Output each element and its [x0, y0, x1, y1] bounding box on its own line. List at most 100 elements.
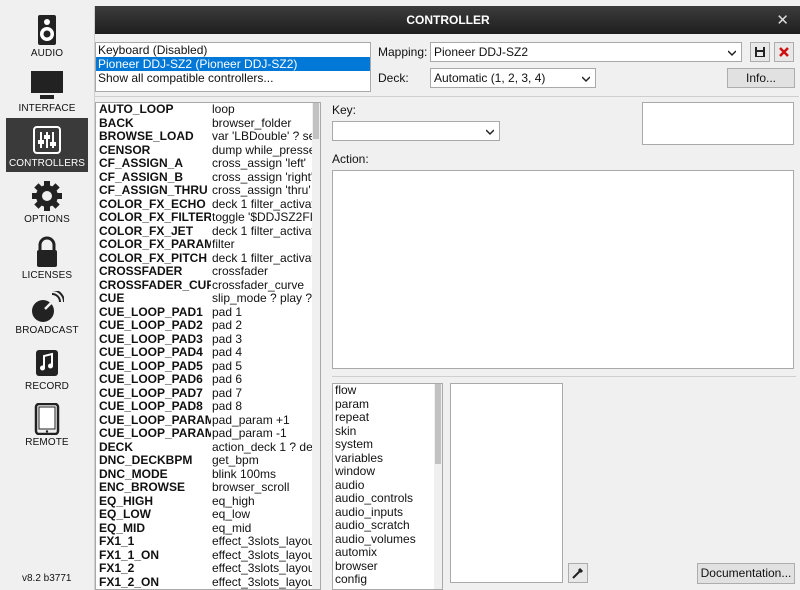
action-value: deck 1 filter_activate	[212, 224, 316, 238]
action-textarea[interactable]	[332, 170, 794, 369]
action-row[interactable]: COLOR_FX_FILTER toggle '$DDJSZ2FILT	[96, 211, 320, 225]
action-row[interactable]: AUTO_LOOP loop	[96, 103, 320, 117]
action-value: browser_scroll	[212, 481, 290, 494]
sidebar-item-options[interactable]: OPTIONS	[6, 174, 88, 228]
chevron-down-icon	[728, 50, 736, 57]
sidebar: AUDIO INTERFACE CONTROLLERS OPTIONS LICE…	[0, 0, 90, 590]
action-row[interactable]: FX1_2_ON effect_3slots_layout	[96, 576, 320, 590]
save-mapping-button[interactable]	[750, 42, 770, 62]
action-row[interactable]: CUE_LOOP_PARAM-pad_param -1	[96, 427, 320, 441]
action-row[interactable]: COLOR_FX_JET deck 1 filter_activate	[96, 225, 320, 239]
sidebar-item-record[interactable]: RECORD	[6, 341, 88, 395]
close-icon[interactable]: ✕	[776, 11, 789, 29]
action-row[interactable]: EQ_LOW eq_low	[96, 508, 320, 522]
sidebar-item-licenses[interactable]: LICENSES	[6, 230, 88, 284]
action-row[interactable]: COLOR_FX_ECHO deck 1 filter_activate	[96, 198, 320, 212]
category-item[interactable]: flow	[333, 384, 442, 398]
category-item[interactable]: skin	[333, 425, 442, 439]
action-row[interactable]: CUE_LOOP_PAD4 pad 4	[96, 346, 320, 360]
controllers-listbox[interactable]: Keyboard (Disabled) Pioneer DDJ-SZ2 (Pio…	[95, 42, 371, 92]
category-item[interactable]: audio_inputs	[333, 506, 442, 520]
action-key: DNC_DECKBPM	[99, 454, 193, 467]
delete-mapping-button[interactable]	[774, 42, 794, 62]
action-value: slip_mode ? play ? sl	[212, 292, 316, 305]
category-item[interactable]: browser	[333, 560, 442, 574]
action-key: CF_ASSIGN_A	[99, 157, 184, 170]
category-item[interactable]: audio_volumes	[333, 533, 442, 547]
delete-icon	[779, 47, 789, 57]
category-item[interactable]: automix	[333, 546, 442, 560]
action-row[interactable]: DECK action_deck 1 ? deck	[96, 441, 320, 455]
action-row[interactable]: COLOR_FX_PARAM filter	[96, 238, 320, 252]
category-item[interactable]: variables	[333, 452, 442, 466]
action-row[interactable]: CROSSFADER_CURV crossfader_curve	[96, 279, 320, 293]
controller-item-keyboard[interactable]: Keyboard (Disabled)	[96, 43, 370, 57]
action-row[interactable]: CF_ASSIGN_THRU cross_assign 'thru'	[96, 184, 320, 198]
controller-item-ddj-sz2[interactable]: Pioneer DDJ-SZ2 (Pioneer DDJ-SZ2)	[96, 57, 370, 71]
action-row[interactable]: CUE_LOOP_PAD2 pad 2	[96, 319, 320, 333]
action-row[interactable]: CUE_LOOP_PAD3 pad 3	[96, 333, 320, 347]
category-item[interactable]: config	[333, 573, 442, 587]
action-key: CENSOR	[99, 143, 151, 157]
controller-item-show-all[interactable]: Show all compatible controllers...	[96, 71, 370, 85]
action-row[interactable]: CUE_LOOP_PAD6 pad 6	[96, 373, 320, 387]
action-row[interactable]: DNC_MODE blink 100ms	[96, 468, 320, 482]
action-row[interactable]: DNC_DECKBPM get_bpm	[96, 454, 320, 468]
category-item[interactable]: repeat	[333, 411, 442, 425]
action-row[interactable]: CUE_LOOP_PARAM+ pad_param +1	[96, 414, 320, 428]
action-row[interactable]: CUE_LOOP_PAD7 pad 7	[96, 387, 320, 401]
commands-list[interactable]	[450, 383, 563, 583]
actions-list[interactable]: AUTO_LOOP loop BACK browser_folder BROWSE_LO…	[95, 102, 321, 590]
category-item[interactable]: audio_scratch	[333, 519, 442, 533]
action-key: CUE_LOOP_PAD2	[99, 319, 203, 332]
action-row[interactable]: CUE_LOOP_PAD5 pad 5	[96, 360, 320, 374]
category-item[interactable]: audio	[333, 479, 442, 493]
categories-scrollbar[interactable]	[434, 384, 442, 589]
sidebar-item-controllers[interactable]: CONTROLLERS	[6, 118, 88, 172]
action-row[interactable]: CF_ASSIGN_B cross_assign 'right'	[96, 171, 320, 185]
key-select[interactable]	[332, 121, 500, 141]
documentation-button[interactable]: Documentation...	[697, 563, 795, 584]
actions-scrollbar[interactable]	[312, 103, 320, 589]
pick-button[interactable]	[568, 563, 588, 583]
category-item[interactable]: param	[333, 398, 442, 412]
info-button[interactable]: Info...	[727, 68, 795, 88]
sidebar-item-remote[interactable]: REMOTE	[6, 397, 88, 451]
sidebar-item-audio[interactable]: AUDIO	[6, 8, 88, 62]
action-row[interactable]: CF_ASSIGN_A cross_assign 'left'	[96, 157, 320, 171]
action-row[interactable]: CUE slip_mode ? play ? sl	[96, 292, 320, 306]
action-value: pad 1	[212, 305, 243, 319]
action-key: CF_ASSIGN_B	[99, 170, 184, 184]
action-key: CUE_LOOP_PAD1	[99, 305, 203, 319]
action-row[interactable]: EQ_MID eq_mid	[96, 522, 320, 536]
action-row[interactable]: FX1_1 effect_3slots_layout	[96, 535, 320, 549]
action-row[interactable]: FX1_1_ON effect_3slots_layout	[96, 549, 320, 563]
action-row[interactable]: BROWSE_LOAD var 'LBDouble' ? set	[96, 130, 320, 144]
category-item[interactable]: audio_controls	[333, 492, 442, 506]
action-row[interactable]: COLOR_FX_PITCH deck 1 filter_activate	[96, 252, 320, 266]
action-row[interactable]: FX1_2 effect_3slots_layout	[96, 562, 320, 576]
deck-select[interactable]: Automatic (1, 2, 3, 4)	[430, 68, 596, 88]
action-row[interactable]: BACK browser_folder	[96, 117, 320, 131]
action-row[interactable]: CROSSFADER crossfader	[96, 265, 320, 279]
scroll-thumb[interactable]	[435, 384, 441, 464]
action-value: crossfader	[212, 265, 269, 278]
mapping-select[interactable]: Pioneer DDJ-SZ2	[430, 42, 742, 62]
action-row[interactable]: ENC_BROWSE browser_scroll	[96, 481, 320, 495]
action-row[interactable]: CUE_LOOP_PAD8 pad 8	[96, 400, 320, 414]
action-label: Action:	[332, 152, 369, 166]
sidebar-item-label: LICENSES	[21, 270, 73, 281]
sidebar-item-interface[interactable]: INTERFACE	[6, 63, 88, 117]
action-row[interactable]: EQ_HIGH eq_high	[96, 495, 320, 509]
action-row[interactable]: CUE_LOOP_PAD1 pad 1	[96, 306, 320, 320]
action-row[interactable]: CENSOR dump while_pressed	[96, 144, 320, 158]
category-item[interactable]: system	[333, 438, 442, 452]
action-key: CROSSFADER	[99, 265, 183, 278]
category-item[interactable]: window	[333, 465, 442, 479]
key-label: Key:	[332, 103, 357, 117]
action-value: var 'LBDouble' ? set	[212, 130, 316, 143]
scroll-thumb[interactable]	[313, 103, 319, 139]
action-value: effect_3slots_layout	[212, 562, 316, 575]
sidebar-item-broadcast[interactable]: BROADCAST	[6, 285, 88, 339]
categories-list[interactable]: flow param repeat skin system variables window…	[332, 383, 443, 590]
